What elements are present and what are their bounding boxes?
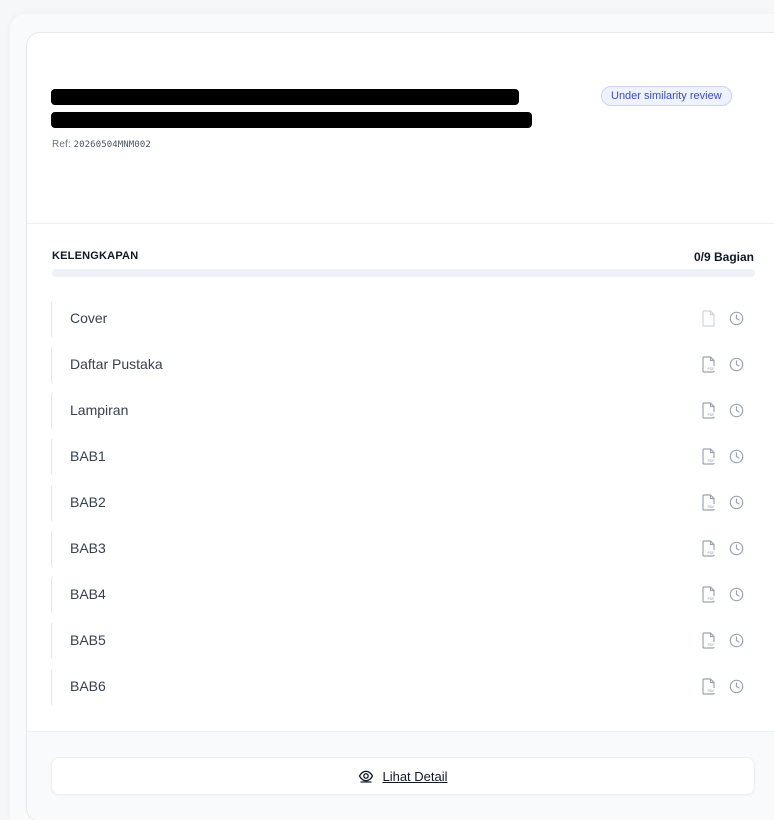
svg-text:PDF: PDF — [707, 505, 714, 509]
document-part-label: BAB2 — [70, 494, 106, 510]
clock-icon — [729, 449, 744, 464]
svg-text:PDF: PDF — [707, 689, 714, 693]
document-part-label: BAB5 — [70, 632, 106, 648]
card-footer: Lihat Detail — [27, 731, 774, 820]
card-header: Ref: 20260504MNM002 Under similarity rev… — [27, 33, 774, 224]
clock-icon — [729, 495, 744, 510]
clock-icon — [729, 541, 744, 556]
clock-icon — [729, 403, 744, 418]
document-part-label: Cover — [70, 310, 108, 326]
svg-text:PDF: PDF — [707, 459, 714, 463]
clock-icon — [729, 357, 744, 372]
document-part-item[interactable]: BAB1 PDF — [51, 438, 756, 476]
pdf-icon[interactable]: PDF — [702, 448, 716, 465]
clock-icon — [729, 311, 744, 326]
svg-text:PDF: PDF — [707, 551, 714, 555]
pdf-icon[interactable]: PDF — [702, 632, 716, 649]
document-parts-list: Cover Daftar Pustaka PDF Lampiran PDF BAB1 PDF… — [51, 300, 756, 714]
svg-text:PDF: PDF — [707, 413, 714, 417]
svg-text:PDF: PDF — [707, 367, 714, 371]
redacted-title-line-2 — [51, 112, 532, 128]
document-part-item[interactable]: BAB4 PDF — [51, 576, 756, 614]
view-detail-label: Lihat Detail — [382, 768, 448, 784]
document-part-item[interactable]: Daftar Pustaka PDF — [51, 346, 756, 384]
completion-count: 0/9 Bagian — [693, 250, 754, 264]
document-part-label: Daftar Pustaka — [70, 356, 163, 372]
section-title: KELENGKAPAN — [52, 250, 139, 262]
completion-progress-bar — [52, 269, 755, 277]
clock-icon — [729, 587, 744, 602]
document-part-label: BAB3 — [70, 540, 106, 556]
view-detail-button[interactable]: Lihat Detail — [51, 757, 755, 795]
pdf-icon[interactable]: PDF — [702, 678, 716, 695]
document-part-item[interactable]: Lampiran PDF — [51, 392, 756, 430]
document-part-label: Lampiran — [70, 402, 129, 418]
document-part-item[interactable]: BAB2 PDF — [51, 484, 756, 522]
document-part-item[interactable]: BAB6 PDF — [51, 668, 756, 706]
clock-icon — [729, 679, 744, 694]
reference-code: 20260504MNM002 — [73, 140, 151, 150]
page-background: Ref: 20260504MNM002 Under similarity rev… — [0, 0, 774, 820]
document-part-label: BAB1 — [70, 448, 106, 464]
pdf-icon[interactable]: PDF — [702, 356, 716, 373]
pdf-icon[interactable]: PDF — [702, 540, 716, 557]
document-part-item[interactable]: BAB3 PDF — [51, 530, 756, 568]
submission-card: Ref: 20260504MNM002 Under similarity rev… — [26, 32, 774, 820]
document-part-item[interactable]: BAB5 PDF — [51, 622, 756, 660]
file-icon[interactable] — [702, 310, 716, 327]
reference-prefix: Ref: — [52, 139, 74, 150]
redacted-title-line-1 — [51, 89, 519, 105]
document-part-label: BAB4 — [70, 586, 106, 602]
document-part-item[interactable]: Cover — [51, 300, 756, 338]
status-badge: Under similarity review — [601, 86, 732, 106]
clock-icon — [729, 633, 744, 648]
reference-number: Ref: 20260504MNM002 — [52, 139, 151, 150]
eye-icon — [359, 770, 374, 783]
pdf-icon[interactable]: PDF — [702, 494, 716, 511]
pdf-icon[interactable]: PDF — [702, 402, 716, 419]
pdf-icon[interactable]: PDF — [702, 586, 716, 603]
svg-text:PDF: PDF — [707, 643, 714, 647]
document-part-label: BAB6 — [70, 678, 106, 694]
svg-text:PDF: PDF — [707, 597, 714, 601]
